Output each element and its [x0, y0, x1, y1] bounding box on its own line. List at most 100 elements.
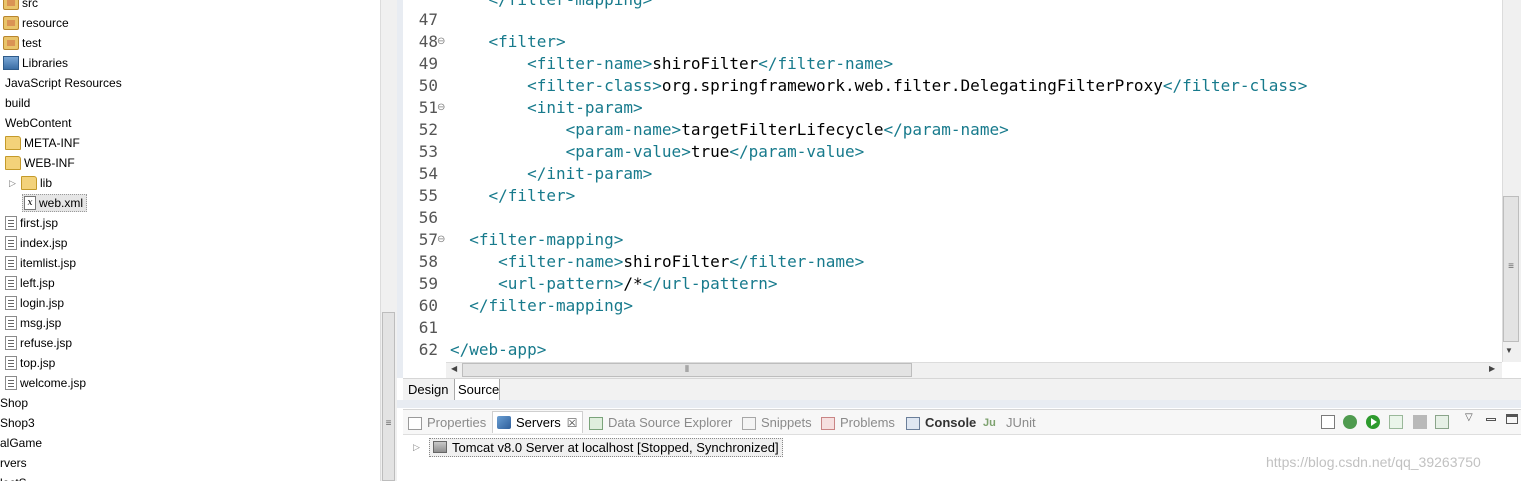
tab-servers[interactable]: Servers ☒	[492, 411, 583, 433]
expand-arrow-icon[interactable]: ▷	[9, 173, 19, 193]
tab-data-source-explorer[interactable]: Data Source Explorer	[589, 413, 732, 433]
tree-item-welcome-jsp[interactable]: welcome.jsp	[5, 373, 86, 393]
jsp-file-icon	[5, 216, 17, 230]
scroll-down-arrow-icon[interactable]: ▼	[1505, 346, 1513, 355]
panel-divider[interactable]	[397, 400, 1521, 408]
tab-problems[interactable]: Problems	[821, 413, 895, 433]
tree-item-web-inf[interactable]: WEB-INF	[5, 153, 75, 173]
view-menu-icon[interactable]: ▽	[1465, 412, 1473, 423]
xml-text: targetFilterLifecycle	[681, 120, 884, 139]
tab-label: Problems	[840, 415, 895, 430]
tree-item-libraries[interactable]: Libraries	[3, 53, 68, 73]
tree-item-src[interactable]: src	[3, 0, 38, 13]
debug-icon[interactable]	[1343, 415, 1357, 429]
xml-tag: </filter>	[488, 186, 576, 205]
package-folder-icon	[3, 0, 19, 10]
tab-console[interactable]: Console	[906, 413, 976, 433]
tree-item-partial[interactable]: lectS	[0, 473, 27, 481]
tree-item-label: index.jsp	[20, 236, 68, 250]
tree-item-label: build	[5, 96, 31, 110]
tree-item-label: Shop3	[0, 416, 35, 430]
tree-item-label: WebContent	[5, 116, 72, 130]
tree-item-index-jsp[interactable]: index.jsp	[5, 233, 67, 253]
stop-icon[interactable]	[1413, 415, 1427, 429]
fold-toggle-icon[interactable]: ⊖	[437, 31, 445, 53]
line-number: 53	[418, 142, 438, 161]
tab-label: Snippets	[761, 415, 812, 430]
tree-item-test[interactable]: test	[3, 33, 41, 53]
tree-item-label: src	[22, 0, 38, 10]
line-number: 49	[418, 54, 438, 73]
code-line: </web-app>	[450, 339, 546, 361]
tab-source[interactable]: Source	[454, 379, 500, 401]
tree-item-msg-jsp[interactable]: msg.jsp	[5, 313, 61, 333]
tree-item-javascript-resources[interactable]: JavaScript Resources	[5, 73, 122, 93]
start-icon[interactable]	[1366, 415, 1380, 429]
tab-design[interactable]: Design	[405, 379, 453, 401]
tab-junit[interactable]: Ju JUnit	[983, 413, 1036, 433]
tree-item-build[interactable]: build	[5, 93, 30, 113]
code-line-46: </filter-mapping>	[450, 0, 653, 11]
xml-tag: </init-param>	[527, 164, 653, 183]
tree-item-shop3[interactable]: Shop3	[0, 413, 35, 433]
line-number: 58	[418, 252, 438, 271]
tree-item-lib[interactable]: ▷ lib	[9, 173, 52, 193]
tab-label: Console	[925, 415, 977, 430]
xml-text: shiroFilter	[652, 54, 759, 73]
tree-item-servers[interactable]: rvers	[0, 453, 27, 473]
line-number: 59	[418, 274, 438, 293]
server-icon	[433, 441, 447, 453]
profile-icon[interactable]	[1389, 415, 1403, 429]
tree-item-itemlist-jsp[interactable]: itemlist.jsp	[5, 253, 76, 273]
editor-horizontal-scrollbar-thumb[interactable]: ⦀	[462, 363, 912, 377]
jsp-file-icon	[5, 356, 17, 370]
minimize-icon[interactable]	[1486, 418, 1496, 421]
jsp-file-icon	[5, 276, 17, 290]
line-number: 50	[418, 76, 438, 95]
close-icon[interactable]: ☒	[567, 413, 578, 433]
tab-label: Properties	[427, 415, 487, 430]
tree-item-resource[interactable]: resource	[3, 13, 69, 33]
tab-snippets[interactable]: Snippets	[742, 413, 812, 433]
scroll-right-arrow-icon[interactable]: ▶	[1489, 364, 1495, 373]
tree-item-top-jsp[interactable]: top.jsp	[5, 353, 55, 373]
code-line: </filter>	[450, 185, 576, 207]
xml-tag: <filter-class>	[527, 76, 662, 95]
xml-tag: </filter-mapping>	[469, 296, 634, 315]
tree-item-refuse-jsp[interactable]: refuse.jsp	[5, 333, 72, 353]
xml-tag: <init-param>	[527, 98, 643, 117]
fold-toggle-icon[interactable]: ⊖	[437, 97, 445, 119]
tree-item-label: itemlist.jsp	[20, 256, 77, 270]
project-explorer: src resource test Libraries JavaScript R…	[0, 0, 380, 481]
code-line: <filter-class>org.springframework.web.fi…	[450, 75, 1307, 97]
expand-arrow-icon[interactable]: ▷	[413, 442, 423, 453]
server-label: Tomcat v8.0 Server at localhost [Stopped…	[452, 439, 779, 455]
xml-tag: <param-value>	[565, 142, 691, 161]
fold-toggle-icon[interactable]: ⊖	[437, 229, 445, 251]
folder-icon	[5, 136, 21, 150]
tree-item-shop[interactable]: Shop	[0, 393, 28, 413]
tree-item-left-jsp[interactable]: left.jsp	[5, 273, 55, 293]
server-row[interactable]: ▷ Tomcat v8.0 Server at localhost [Stopp…	[413, 437, 783, 457]
tree-item-web-xml[interactable]: x web.xml	[22, 194, 88, 212]
new-server-icon[interactable]	[1321, 415, 1335, 429]
code-line: <url-pattern>/*</url-pattern>	[450, 273, 777, 295]
tab-properties[interactable]: Properties	[408, 413, 486, 433]
folder-icon	[5, 156, 21, 170]
maximize-icon[interactable]	[1506, 414, 1518, 424]
jsp-file-icon	[5, 296, 17, 310]
tree-item-webcontent[interactable]: WebContent	[5, 113, 72, 133]
code-line: <filter-mapping>	[450, 229, 623, 251]
tree-item-first-jsp[interactable]: first.jsp	[5, 213, 58, 233]
xml-tag: </web-app>	[450, 340, 547, 359]
publish-icon[interactable]	[1435, 415, 1449, 429]
tree-item-game[interactable]: alGame	[0, 433, 42, 453]
tree-item-meta-inf[interactable]: META-INF	[5, 133, 80, 153]
xml-text: true	[690, 142, 730, 161]
tree-scrollbar-thumb[interactable]	[382, 312, 395, 481]
tree-item-login-jsp[interactable]: login.jsp	[5, 293, 64, 313]
xml-tag: </param-name>	[883, 120, 1009, 139]
scroll-left-arrow-icon[interactable]: ◀	[451, 364, 457, 373]
server-item[interactable]: Tomcat v8.0 Server at localhost [Stopped…	[429, 437, 783, 457]
scroll-grip-icon: ≡	[385, 418, 392, 429]
